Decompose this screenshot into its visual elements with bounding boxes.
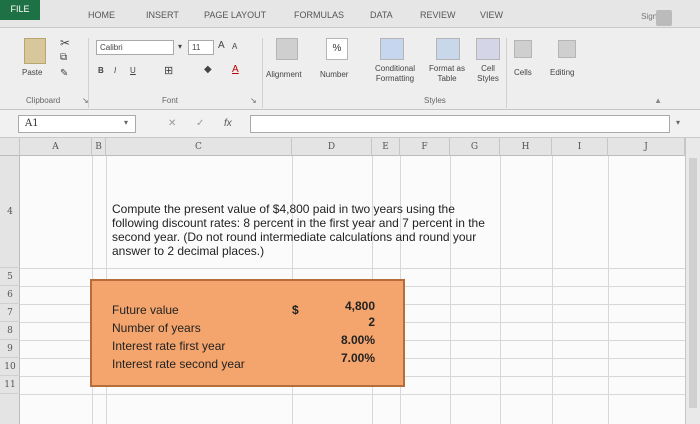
row-header[interactable]: 4	[0, 156, 20, 268]
label-number-of-years[interactable]: Number of years	[112, 321, 201, 335]
column-header-a[interactable]: A	[20, 138, 92, 156]
divider	[88, 38, 89, 108]
cell-styles-icon[interactable]	[476, 38, 500, 60]
tab-home[interactable]: HOME	[88, 10, 115, 20]
data-table: Future value Number of years Interest ra…	[90, 279, 405, 387]
user-avatar-icon[interactable]	[656, 10, 672, 26]
conditional-formatting-button[interactable]: Conditional Formatting	[366, 64, 424, 84]
collapse-ribbon-icon[interactable]: ▲	[654, 96, 662, 105]
number-button[interactable]: Number	[320, 70, 348, 79]
name-box-dropdown-icon[interactable]: ▾	[124, 118, 128, 127]
font-name-dropdown-icon[interactable]: ▾	[178, 42, 182, 51]
label-interest-rate-first-year[interactable]: Interest rate first year	[112, 339, 225, 353]
tab-insert[interactable]: INSERT	[146, 10, 179, 20]
ribbon-tabs: FILE HOME INSERT PAGE LAYOUT FORMULAS DA…	[0, 0, 700, 28]
format-as-table-button[interactable]: Format as Table	[426, 64, 468, 84]
row-headers: 4 5 6 7 8 9 10 11	[0, 156, 20, 424]
value-interest-rate-second-year[interactable]: 7.00%	[341, 351, 375, 365]
fill-color-icon[interactable]: ◆	[204, 64, 212, 75]
editing-icon[interactable]	[558, 40, 576, 58]
label-future-value[interactable]: Future value	[112, 303, 179, 317]
row-header[interactable]: 5	[0, 268, 20, 286]
column-headers: A B C D E F G H I J	[0, 138, 700, 156]
value-number-of-years[interactable]: 2	[368, 315, 375, 329]
tab-page-layout[interactable]: PAGE LAYOUT	[204, 10, 266, 20]
formula-bar: A1 ▾ ✕ ✓ fx ▾	[0, 110, 700, 138]
editing-button[interactable]: Editing	[550, 68, 574, 77]
currency-symbol: $	[292, 303, 299, 317]
value-future-value[interactable]: 4,800	[345, 299, 375, 313]
underline-button[interactable]: U	[130, 66, 136, 75]
row-header[interactable]: 11	[0, 376, 20, 394]
enter-icon[interactable]: ✓	[196, 118, 204, 129]
formula-input[interactable]	[250, 115, 670, 133]
column-header-j[interactable]: J	[608, 138, 685, 156]
tab-formulas[interactable]: FORMULAS	[294, 10, 344, 20]
row-header[interactable]: 8	[0, 322, 20, 340]
row-header[interactable]: 10	[0, 358, 20, 376]
font-launcher-icon[interactable]: ↘	[250, 96, 257, 105]
tab-data[interactable]: DATA	[370, 10, 393, 20]
column-header-i[interactable]: I	[552, 138, 608, 156]
cancel-icon[interactable]: ✕	[168, 118, 176, 129]
ribbon: Paste ✂ ⧉ ✎ Clipboard ↘ Calibri ▾ 11 A A…	[0, 28, 700, 110]
percent-icon[interactable]: %	[326, 38, 348, 60]
conditional-formatting-icon[interactable]	[380, 38, 404, 60]
expand-formula-icon[interactable]: ▾	[676, 118, 680, 127]
borders-icon[interactable]: ⊞	[164, 64, 173, 77]
alignment-icon[interactable]	[276, 38, 298, 60]
font-size-select[interactable]: 11	[188, 40, 214, 55]
column-header-c[interactable]: C	[106, 138, 292, 156]
scrollbar-thumb[interactable]	[689, 158, 697, 408]
column-header-b[interactable]: B	[92, 138, 106, 156]
select-all-corner[interactable]	[0, 138, 20, 156]
insert-function-button[interactable]: fx	[224, 118, 232, 129]
column-header-f[interactable]: F	[400, 138, 450, 156]
column-header-h[interactable]: H	[500, 138, 552, 156]
italic-button[interactable]: I	[114, 66, 116, 75]
format-painter-icon[interactable]: ✎	[60, 68, 68, 79]
copy-icon[interactable]: ⧉	[60, 52, 67, 63]
question-text[interactable]: Compute the present value of $4,800 paid…	[112, 202, 504, 258]
bold-button[interactable]: B	[98, 66, 104, 75]
paste-button[interactable]: Paste	[22, 68, 42, 77]
vertical-scrollbar[interactable]	[685, 138, 700, 424]
clipboard-group-label: Clipboard	[26, 96, 61, 105]
column-header-g[interactable]: G	[450, 138, 500, 156]
tab-file[interactable]: FILE	[0, 0, 40, 20]
row-header[interactable]: 9	[0, 340, 20, 358]
name-box[interactable]: A1	[18, 115, 136, 133]
value-interest-rate-first-year[interactable]: 8.00%	[341, 333, 375, 347]
cell-styles-button[interactable]: Cell Styles	[470, 64, 506, 84]
font-color-button[interactable]: A	[232, 64, 239, 75]
grow-font-button[interactable]: A	[218, 40, 225, 51]
paste-icon[interactable]	[24, 38, 46, 64]
divider	[506, 38, 507, 108]
format-as-table-icon[interactable]	[436, 38, 460, 60]
font-group-label: Font	[162, 96, 179, 105]
shrink-font-button[interactable]: A	[232, 42, 237, 51]
tab-review[interactable]: REVIEW	[420, 10, 456, 20]
tab-view[interactable]: VIEW	[480, 10, 503, 20]
divider	[262, 38, 263, 108]
row-header[interactable]: 6	[0, 286, 20, 304]
column-header-d[interactable]: D	[292, 138, 372, 156]
label-interest-rate-second-year[interactable]: Interest rate second year	[112, 357, 245, 371]
cells-button[interactable]: Cells	[514, 68, 532, 77]
column-header-e[interactable]: E	[372, 138, 400, 156]
cells-icon[interactable]	[514, 40, 532, 58]
styles-group-label: Styles	[424, 96, 446, 105]
row-header[interactable]: 7	[0, 304, 20, 322]
font-name-select[interactable]: Calibri	[96, 40, 174, 55]
cut-icon[interactable]: ✂	[60, 36, 70, 50]
alignment-button[interactable]: Alignment	[266, 70, 302, 79]
